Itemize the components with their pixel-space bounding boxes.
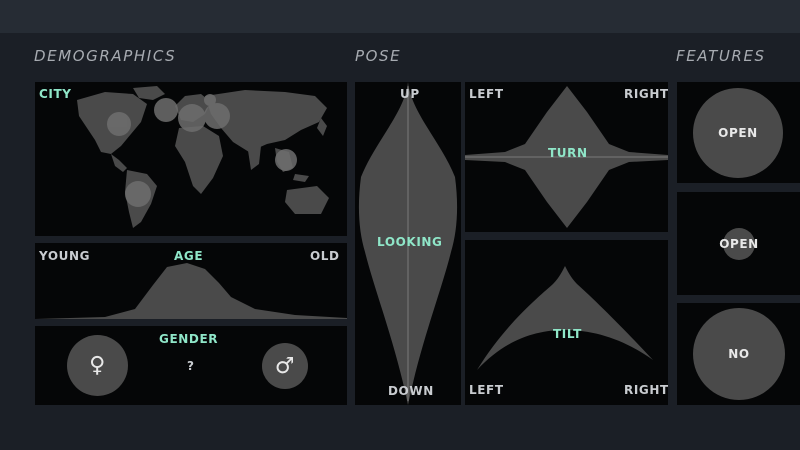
turn-left-label: LEFT <box>469 87 504 101</box>
turn-right-label: RIGHT <box>624 87 668 101</box>
age-old-label: OLD <box>310 249 340 263</box>
age-young-label: YOUNG <box>39 249 91 263</box>
feature-2-circle: OPEN <box>719 228 758 260</box>
section-title-features: FEATURES <box>676 47 766 65</box>
feature-1-circle: OPEN <box>693 88 783 178</box>
looking-label: LOOKING <box>377 235 443 249</box>
top-bar <box>0 0 800 33</box>
feature-3-circle: NO <box>693 308 785 400</box>
female-icon[interactable]: ♀ <box>67 335 128 396</box>
tilt-panel[interactable]: TILT LEFT RIGHT <box>465 240 668 405</box>
gender-label: GENDER <box>159 332 219 346</box>
tilt-left-label: LEFT <box>469 383 504 397</box>
age-label: AGE <box>174 249 204 263</box>
turn-panel[interactable]: LEFT RIGHT TURN <box>465 82 668 232</box>
city-label: CITY <box>39 87 72 101</box>
world-map <box>77 86 329 228</box>
feature-panel-3[interactable]: NO <box>677 303 800 405</box>
tilt-label: TILT <box>553 327 582 341</box>
section-title-pose: POSE <box>355 47 402 65</box>
age-panel[interactable]: YOUNG AGE OLD <box>35 243 347 319</box>
male-icon[interactable]: ♂ <box>262 343 308 389</box>
section-title-demographics: DEMOGRAPHICS <box>34 47 177 65</box>
city-panel[interactable]: CITY <box>35 82 347 236</box>
tilt-right-label: RIGHT <box>624 383 668 397</box>
looking-panel[interactable]: UP LOOKING DOWN <box>355 82 461 405</box>
feature-panel-2[interactable]: OPEN <box>677 192 800 295</box>
turn-label: TURN <box>548 146 588 160</box>
feature-panel-1[interactable]: OPEN <box>677 82 800 183</box>
tilt-distribution <box>477 266 653 370</box>
gender-unknown: ? <box>187 359 195 373</box>
looking-up-label: UP <box>400 87 420 101</box>
gender-panel[interactable]: GENDER ♀ ? ♂ <box>35 326 347 405</box>
looking-down-label: DOWN <box>388 384 434 398</box>
